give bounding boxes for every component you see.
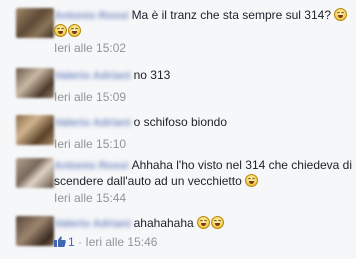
avatar[interactable] [16, 68, 54, 98]
laughing-emoji-icon [334, 8, 348, 21]
avatar[interactable] [16, 158, 54, 188]
comment-item: Valerio Adriani no 313 Ieri alle 15:09 [16, 68, 352, 108]
laughing-emoji-icon [68, 24, 81, 37]
comment-meta: 1 · Ieri alle 15:46 [54, 235, 352, 250]
laughing-emoji-icon [211, 216, 225, 229]
comment-body: Valerio Adriani o schifoso biondo Ieri al… [54, 115, 352, 152]
author-name-blurred[interactable]: Antonio Rossi [54, 160, 129, 172]
comment-body: Antonio Rossi Ahhaha l'ho visto nel 314 c… [54, 158, 352, 206]
comment-item: Valerio Adriani o schifoso biondo Ieri al… [16, 115, 352, 155]
comment-timestamp[interactable]: Ieri alle 15:02 [54, 41, 352, 56]
comment-text: ahahahaha [133, 216, 194, 230]
comment-body: Valerio Adriani no 313 Ieri alle 15:09 [54, 68, 352, 105]
author-name-blurred[interactable]: Valerio Adriani [54, 117, 131, 129]
comment-timestamp[interactable]: Ieri alle 15:09 [54, 90, 352, 105]
comment-item: Valerio Adriani ahahahaha 1 · Ieri alle 1… [16, 216, 352, 256]
comment-item: Antonio Rossi Ahhaha l'ho visto nel 314 c… [16, 158, 352, 210]
author-name-blurred[interactable]: Valerio Adriani [54, 70, 131, 82]
like-count: 1 [68, 235, 75, 249]
comment-timestamp[interactable]: Ieri alle 15:10 [54, 137, 352, 152]
comment-body: Valerio Adriani ahahahaha 1 · Ieri alle 1… [54, 216, 352, 250]
comment-body: Antonio Rossi Ma è il tranz che sta sempr… [54, 8, 352, 56]
laughing-emoji-icon [197, 216, 211, 229]
meta-separator: · [78, 235, 83, 249]
comment-timestamp[interactable]: Ieri alle 15:46 [85, 235, 157, 249]
comment-text: Ma è il tranz che sta sempre sul 314? [131, 8, 331, 22]
comment-item: Antonio Rossi Ma è il tranz che sta sempr… [16, 8, 352, 60]
avatar[interactable] [16, 8, 54, 38]
laughing-emoji-icon [245, 174, 259, 187]
author-name-blurred[interactable]: Antonio Rossi [54, 10, 129, 22]
comment-timestamp[interactable]: Ieri alle 15:44 [54, 191, 352, 206]
comment-text: no 313 [133, 68, 171, 82]
avatar[interactable] [16, 216, 54, 246]
like-count-link[interactable]: 1 [54, 235, 75, 250]
laughing-emoji-icon [54, 24, 67, 37]
avatar[interactable] [16, 115, 54, 145]
comment-text: o schifoso biondo [133, 115, 228, 129]
author-name-blurred[interactable]: Valerio Adriani [54, 218, 131, 230]
thumbs-up-icon [54, 236, 66, 247]
